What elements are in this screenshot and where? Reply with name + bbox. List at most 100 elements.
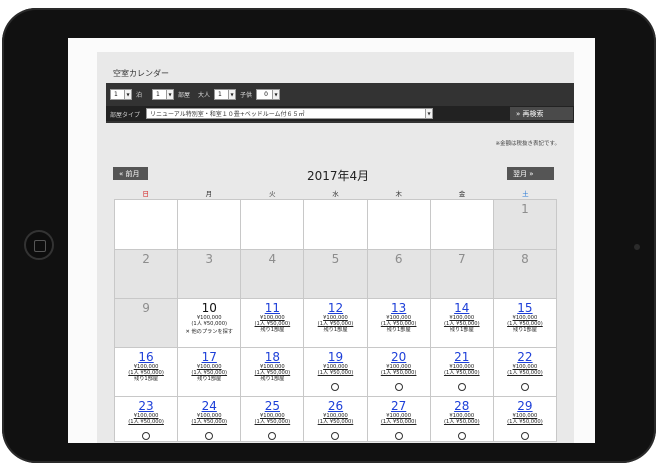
calendar-cell-past: 5 (304, 250, 368, 299)
available-circle-icon (142, 432, 151, 440)
calendar-cell-day[interactable]: 21 ¥100,000 (1人 ¥50,000) (430, 348, 494, 397)
rooms-select[interactable]: 1 ▼ (152, 88, 175, 100)
day-link[interactable]: 21 (431, 350, 493, 364)
day-link[interactable]: 23 (115, 399, 177, 413)
per-person-price: (1人 ¥50,000) (443, 419, 480, 425)
available-circle-icon (394, 383, 403, 391)
available-circle-icon (520, 383, 529, 391)
chevron-down-icon: ▼ (166, 89, 174, 99)
remaining-rooms: 残り1部屋 (386, 327, 411, 333)
per-person-price: (1人 ¥50,000) (254, 419, 291, 425)
calendar-cell-day[interactable]: 14 ¥100,000 (1人 ¥50,000) 残り1部屋 (430, 299, 494, 348)
calendar-cell-day[interactable]: 25 ¥100,000 (1人 ¥50,000) (241, 397, 305, 442)
children-select[interactable]: 0 ▼ (256, 88, 281, 100)
day-link[interactable]: 16 (115, 350, 177, 364)
next-month-button[interactable]: 翌月 » (507, 167, 554, 180)
calendar-cell-day[interactable]: 26 ¥100,000 (1人 ¥50,000) (304, 397, 368, 442)
room-type-value: リニューアル特別室・和室１０畳+ベッドルーム付６５㎡ (150, 111, 305, 118)
screen: 空室カレンダー 1 ▼ 泊 1 ▼ 部屋 大人 1 ▼ 子供 0 ▼ 部屋タイプ… (68, 38, 595, 443)
page-title: 空室カレンダー (113, 69, 169, 78)
per-person-price: (1人 ¥50,000) (380, 370, 417, 376)
calendar-cell-day[interactable]: 19 ¥100,000 (1人 ¥50,000) (304, 348, 368, 397)
calendar-cell-day[interactable]: 23 ¥100,000 (1人 ¥50,000) (115, 397, 179, 442)
day-number: 10 (201, 301, 217, 315)
children-value: 0 (264, 90, 268, 98)
remaining-rooms: 残り1部屋 (323, 327, 348, 333)
rooms-label: 部屋 (178, 91, 191, 99)
day-link[interactable]: 11 (241, 301, 303, 315)
weekday-header: 日 月 火 水 木 金 土 (114, 188, 557, 199)
day-link[interactable]: 28 (431, 399, 493, 413)
calendar-cell-empty (241, 200, 305, 250)
per-person-price: (1人 ¥50,000) (128, 419, 164, 425)
calendar-cell-past: 2 (115, 250, 179, 299)
per-person-price: (1人 ¥50,000) (443, 370, 480, 376)
day-link[interactable]: 22 (494, 350, 556, 364)
tax-note: ※金額は税抜き表記です。 (495, 141, 560, 147)
calendar-cell-past: 6 (367, 250, 431, 299)
day-link[interactable]: 12 (304, 301, 366, 315)
room-type-label: 部屋タイプ (110, 112, 141, 119)
per-person-price: (1人 ¥50,000) (507, 370, 543, 376)
calendar-cell-empty (304, 200, 368, 250)
day-link[interactable]: 18 (241, 350, 303, 364)
chevron-down-icon: ▼ (425, 109, 432, 118)
home-button[interactable] (24, 230, 54, 260)
adults-label: 大人 (198, 91, 211, 99)
prev-month-button[interactable]: « 前月 (113, 167, 148, 180)
calendar-cell-day[interactable]: 16 ¥100,000 (1人 ¥50,000) 残り1部屋 (115, 348, 179, 397)
day-link[interactable]: 14 (431, 301, 493, 315)
children-label: 子供 (240, 91, 253, 99)
adults-value: 1 (218, 90, 222, 98)
other-plans-link[interactable]: ✕ 他のプランを探す (178, 328, 240, 335)
calendar-cell-past: 8 (493, 250, 557, 299)
research-button[interactable]: » 再検索 (510, 107, 573, 120)
calendar-grid: 1 2 3 4 5 6 7 8 9 10 ¥100,000 (1人 ¥50,00… (114, 199, 557, 442)
day-link[interactable]: 20 (368, 350, 430, 364)
day-link[interactable]: 26 (304, 399, 366, 413)
search-row-room: 部屋タイプ リニューアル特別室・和室１０畳+ベッドルーム付６５㎡ ▼ » 再検索 (106, 106, 574, 121)
month-title: 2017年4月 (307, 169, 370, 183)
per-person-price: (1人 ¥50,000) (507, 419, 543, 425)
weekday-wed: 水 (332, 190, 339, 198)
search-bar: 1 ▼ 泊 1 ▼ 部屋 大人 1 ▼ 子供 0 ▼ 部屋タイプ リニューアル特… (106, 83, 574, 123)
calendar-panel: 空室カレンダー 1 ▼ 泊 1 ▼ 部屋 大人 1 ▼ 子供 0 ▼ 部屋タイプ… (97, 52, 574, 443)
day-link[interactable]: 27 (368, 399, 430, 413)
calendar-cell-day[interactable]: 27 ¥100,000 (1人 ¥50,000) (367, 397, 431, 442)
day-number: 3 (205, 252, 214, 266)
day-number: 7 (457, 252, 466, 266)
calendar-cell-day[interactable]: 29 ¥100,000 (1人 ¥50,000) (493, 397, 557, 442)
day-link[interactable]: 25 (241, 399, 303, 413)
remaining-rooms: 残り1部屋 (260, 376, 285, 382)
calendar-cell-day: 10 ¥100,000 (1人 ¥50,000) ✕ 他のプランを探す (178, 299, 242, 348)
nights-select[interactable]: 1 ▼ (110, 88, 132, 100)
calendar-cell-day[interactable]: 17 ¥100,000 (1人 ¥50,000) 残り1部屋 (178, 348, 242, 397)
day-link[interactable]: 29 (494, 399, 556, 413)
calendar-cell-past: 4 (241, 250, 305, 299)
day-link[interactable]: 19 (304, 350, 366, 364)
available-circle-icon (394, 432, 403, 440)
day-link[interactable]: 17 (178, 350, 240, 364)
adults-select[interactable]: 1 ▼ (214, 88, 237, 100)
calendar-cell-empty (367, 200, 431, 250)
calendar-cell-empty (115, 200, 179, 250)
calendar-cell-day[interactable]: 18 ¥100,000 (1人 ¥50,000) 残り1部屋 (241, 348, 305, 397)
day-link[interactable]: 13 (368, 301, 430, 315)
calendar-cell-day[interactable]: 24 ¥100,000 (1人 ¥50,000) (178, 397, 242, 442)
calendar-cell-day[interactable]: 13 ¥100,000 (1人 ¥50,000) 残り1部屋 (367, 299, 431, 348)
calendar-cell-day[interactable]: 28 ¥100,000 (1人 ¥50,000) (430, 397, 494, 442)
day-link[interactable]: 24 (178, 399, 240, 413)
calendar-cell-past: 3 (178, 250, 242, 299)
calendar-cell-day[interactable]: 15 ¥100,000 (1人 ¥50,000) 残り1部屋 (493, 299, 557, 348)
chevron-down-icon: ▼ (272, 89, 280, 99)
calendar-cell-day[interactable]: 22 ¥100,000 (1人 ¥50,000) (493, 348, 557, 397)
calendar-cell-day[interactable]: 12 ¥100,000 (1人 ¥50,000) 残り1部屋 (304, 299, 368, 348)
per-person-price: (1人 ¥50,000) (191, 321, 228, 327)
calendar-cell-day[interactable]: 11 ¥100,000 (1人 ¥50,000) 残り1部屋 (241, 299, 305, 348)
available-circle-icon (331, 383, 340, 391)
day-number: 1 (521, 202, 529, 216)
day-link[interactable]: 15 (494, 301, 556, 315)
room-type-select[interactable]: リニューアル特別室・和室１０畳+ベッドルーム付６５㎡ ▼ (146, 108, 433, 119)
calendar-cell-day[interactable]: 20 ¥100,000 (1人 ¥50,000) (367, 348, 431, 397)
calendar-cell-past: 1 (493, 200, 557, 250)
